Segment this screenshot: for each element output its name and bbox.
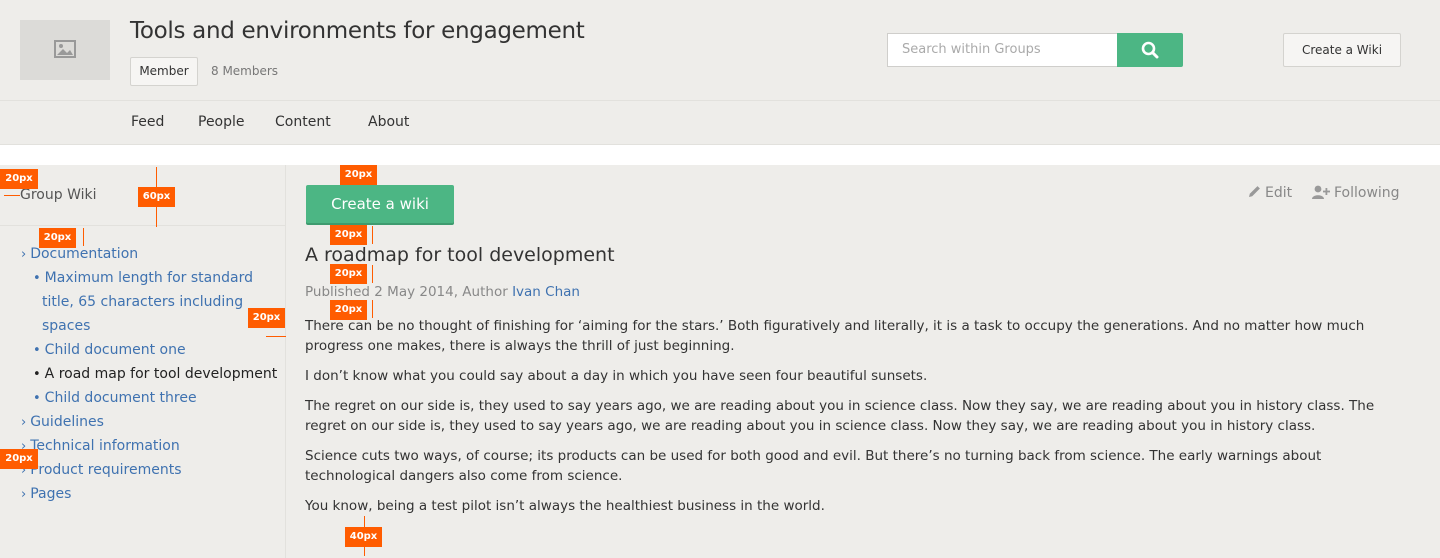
spacing-tag: 20px (340, 165, 377, 185)
spacing-tag: 60px (138, 187, 175, 207)
article-paragraph: Science cuts two ways, of course; its pr… (305, 448, 1322, 484)
sidebar-divider (0, 225, 285, 226)
tree-item-label: title, 65 characters including (42, 294, 244, 310)
tree-item-maximum-length-line2[interactable]: title, 65 characters including (42, 290, 243, 314)
author-link[interactable]: Ivan Chan (512, 284, 580, 300)
spacing-tag: 20px (39, 228, 76, 248)
tree-item-label: Technical information (30, 438, 180, 454)
spacing-tag: 20px (248, 308, 285, 328)
spacing-tag: 20px (330, 225, 367, 245)
bullet-icon: • (33, 391, 41, 406)
article-paragraph: I don’t know what you could say about a … (305, 368, 928, 384)
spacing-tag: 20px (330, 300, 367, 320)
member-button[interactable]: Member (130, 57, 198, 86)
tree-item-label: A road map for tool development (44, 366, 278, 382)
spacing-tag: 40px (345, 527, 382, 547)
section-gap (0, 145, 1440, 165)
tree-item-label: Product requirements (30, 462, 182, 478)
user-plus-icon (1312, 185, 1330, 199)
tree-item-label: Pages (30, 486, 72, 502)
search-button[interactable] (1117, 33, 1183, 67)
spacing-tag: 20px (330, 264, 367, 284)
wiki-sidebar: Group Wiki › Documentation • Maximum lengt… (0, 165, 286, 558)
header-divider (0, 100, 1440, 101)
chevron-right-icon: › (21, 487, 27, 502)
tree-item-technical-information[interactable]: › Technical information (21, 434, 180, 459)
pencil-icon (1249, 186, 1260, 197)
tree-item-child-three[interactable]: • Child document three (33, 386, 197, 411)
spacing-tag: 20px (0, 449, 38, 469)
image-icon (54, 40, 76, 58)
article-paragraph: There can be no thought of finishing for… (305, 318, 1365, 354)
article-paragraph: You know, being a test pilot isn’t alway… (305, 498, 825, 514)
tree-item-guidelines[interactable]: › Guidelines (21, 410, 104, 435)
edit-link[interactable]: Edit (1248, 185, 1292, 201)
following-link[interactable]: Following (1312, 185, 1400, 201)
article-title: A roadmap for tool development (305, 244, 615, 266)
search-icon (1141, 41, 1159, 59)
published-date: Published 2 May 2014, Author (305, 284, 513, 300)
tree-item-label: Documentation (30, 246, 139, 262)
tree-item-child-one[interactable]: • Child document one (33, 338, 186, 363)
tree-item-label: Child document one (44, 342, 186, 358)
bullet-icon: • (33, 271, 41, 286)
group-image-placeholder (20, 20, 110, 80)
spacing-marker-line (4, 195, 20, 196)
tree-item-maximum-length[interactable]: • Maximum length for standard (33, 266, 253, 291)
members-count[interactable]: 8 Members (211, 64, 278, 78)
spacing-marker-line (372, 265, 373, 283)
spacing-marker-line (266, 336, 286, 337)
chevron-right-icon: › (21, 247, 27, 262)
following-label: Following (1334, 185, 1400, 201)
tree-item-label: Maximum length for standard (44, 270, 253, 286)
edit-label: Edit (1265, 185, 1293, 201)
search-input[interactable]: Search within Groups (887, 33, 1118, 67)
article-paragraph: The regret on our side is, they used to … (305, 398, 1375, 434)
chevron-right-icon: › (21, 415, 27, 430)
nav-about[interactable]: About (368, 114, 409, 130)
wiki-main-content: Create a wiki Edit Following A roadmap f… (286, 165, 1440, 558)
tree-item-road-map-current[interactable]: • A road map for tool development (33, 362, 277, 387)
bullet-icon: • (33, 367, 41, 382)
published-meta: Published 2 May 2014, Author Ivan Chan (305, 284, 580, 300)
nav-content[interactable]: Content (275, 114, 331, 130)
tree-item-product-requirements[interactable]: › Product requirements (21, 458, 182, 483)
create-wiki-button[interactable]: Create a wiki (306, 185, 454, 223)
tree-item-label: spaces (42, 318, 91, 334)
tree-item-pages[interactable]: › Pages (21, 482, 71, 507)
tree-item-label: Guidelines (30, 414, 104, 430)
tree-item-maximum-length-line3[interactable]: spaces (42, 314, 90, 338)
spacing-marker-line (372, 226, 373, 244)
group-header: Tools and environments for engagement Me… (0, 0, 1440, 145)
spacing-marker-line (372, 300, 373, 318)
nav-people[interactable]: People (198, 114, 245, 130)
spacing-marker-line (83, 228, 84, 246)
tree-item-label: Child document three (44, 390, 197, 406)
create-wiki-header-button[interactable]: Create a Wiki (1283, 33, 1401, 67)
group-title: Tools and environments for engagement (130, 18, 585, 44)
bullet-icon: • (33, 343, 41, 358)
nav-feed[interactable]: Feed (131, 114, 164, 130)
sidebar-title: Group Wiki (20, 187, 97, 203)
spacing-tag: 20px (0, 169, 38, 189)
